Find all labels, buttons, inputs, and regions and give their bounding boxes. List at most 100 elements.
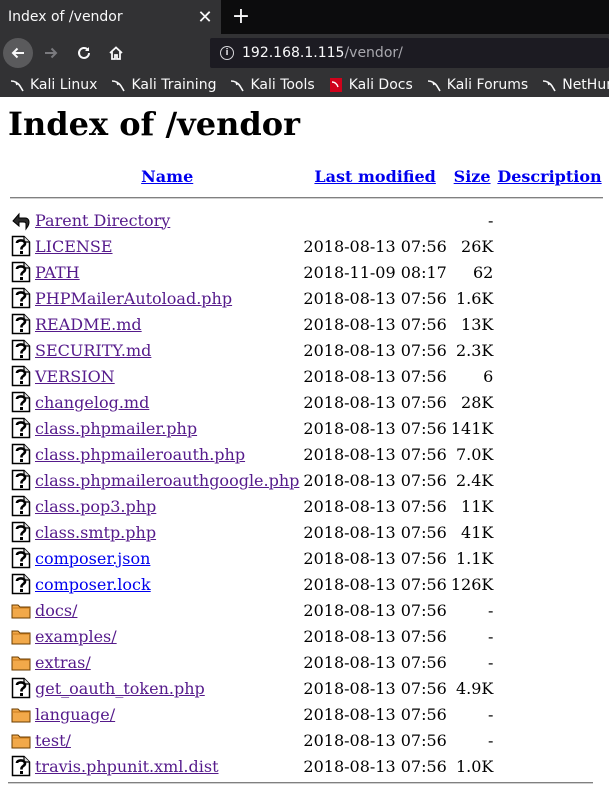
folder-icon: [11, 708, 31, 723]
bookmark-kali-forums[interactable]: Kali Forums: [427, 77, 528, 93]
date-cell: 2018-08-13 07:56: [303, 756, 447, 776]
sort-by-date-link[interactable]: Last modified: [314, 167, 435, 186]
file-link[interactable]: SECURITY.md: [35, 341, 151, 360]
description-cell: [496, 468, 602, 492]
file-link[interactable]: examples/: [35, 627, 117, 646]
unknown-file-icon: [11, 677, 31, 699]
new-tab-icon[interactable]: +: [228, 3, 254, 29]
table-row: language/2018-08-13 07:56 -: [10, 702, 603, 726]
description-cell: [496, 650, 602, 674]
description-cell: [496, 312, 602, 336]
forward-button[interactable]: [36, 38, 66, 68]
tab-bar: Index of /vendor ✕ +: [0, 0, 609, 34]
size-cell: -: [487, 600, 494, 620]
size-cell: 26K: [461, 236, 494, 256]
bookmark-label: Kali Forums: [446, 76, 529, 93]
navigation-toolbar: i 192.168.1.115/vendor/: [0, 34, 609, 72]
description-cell: [496, 572, 602, 596]
unknown-file-icon: [11, 443, 31, 465]
unknown-file-icon: [11, 521, 31, 543]
parent-directory-link[interactable]: Parent Directory: [35, 211, 170, 230]
date-cell: 2018-08-13 07:56: [303, 236, 447, 256]
file-link[interactable]: class.smtp.php: [35, 523, 156, 542]
table-row: examples/2018-08-13 07:56 -: [10, 624, 603, 648]
bookmark-nethunter[interactable]: NetHunter: [542, 77, 609, 93]
file-link[interactable]: docs/: [35, 601, 77, 620]
table-row: README.md 2018-08-13 07:56 13K: [10, 312, 603, 336]
file-link[interactable]: travis.phpunit.xml.dist: [35, 757, 219, 776]
file-link[interactable]: class.pop3.php: [35, 497, 156, 516]
size-cell: -: [487, 652, 494, 672]
sort-by-size-link[interactable]: Size: [454, 167, 491, 186]
page-content: Index of /vendor Name Last modified Size…: [0, 105, 609, 784]
sort-by-name-link[interactable]: Name: [141, 167, 193, 186]
arrow-left-icon: [11, 47, 24, 59]
size-cell: 4.9K: [455, 678, 494, 698]
file-link[interactable]: changelog.md: [35, 393, 149, 412]
file-link[interactable]: get_oauth_token.php: [35, 679, 205, 698]
bookmark-kali-docs[interactable]: Kali Docs: [329, 77, 413, 93]
file-link[interactable]: VERSION: [35, 367, 115, 386]
description-cell: [496, 338, 602, 362]
file-link[interactable]: composer.json: [35, 549, 150, 568]
reload-button[interactable]: [69, 38, 99, 68]
size-cell: -: [487, 626, 494, 646]
info-icon[interactable]: i: [220, 46, 234, 60]
file-link[interactable]: class.phpmailer.php: [35, 419, 197, 438]
bookmark-kali-linux[interactable]: Kali Linux: [10, 77, 97, 93]
folder-icon: [11, 630, 31, 645]
size-cell: 41K: [461, 522, 494, 542]
bookmark-label: Kali Docs: [348, 76, 413, 93]
bookmark-kali-training[interactable]: Kali Training: [111, 77, 216, 93]
size-cell: 6: [483, 366, 494, 386]
close-tab-icon[interactable]: ✕: [193, 5, 217, 29]
folder-icon: [11, 604, 31, 619]
table-row: class.pop3.php 2018-08-13 07:56 11K: [10, 494, 603, 518]
date-cell: 2018-08-13 07:56: [303, 366, 447, 386]
icon-header: [10, 164, 32, 188]
back-button[interactable]: [3, 38, 33, 68]
date-cell: 2018-08-13 07:56: [303, 730, 447, 750]
file-link[interactable]: PATH: [35, 263, 80, 282]
separator-row: [10, 190, 603, 206]
size-cell: 11K: [461, 496, 494, 516]
bookmark-kali-tools[interactable]: Kali Tools: [230, 77, 315, 93]
date-cell: 2018-11-09 08:17: [303, 262, 447, 282]
date-cell: 2018-08-13 07:56: [303, 678, 447, 698]
file-link[interactable]: README.md: [35, 315, 142, 334]
sort-by-description-link[interactable]: Description: [497, 167, 601, 186]
folder-icon: [11, 656, 31, 671]
file-link[interactable]: extras/: [35, 653, 91, 672]
unknown-file-icon: [11, 417, 31, 439]
file-link[interactable]: LICENSE: [35, 237, 113, 256]
kali-dragon-icon: [10, 79, 24, 91]
home-button[interactable]: [101, 38, 131, 68]
table-row: LICENSE 2018-08-13 07:56 26K: [10, 234, 603, 258]
bookmark-label: Kali Training: [131, 76, 217, 93]
active-tab[interactable]: Index of /vendor ✕: [0, 0, 221, 34]
description-cell: [496, 754, 602, 778]
kali-dragon-icon: [231, 79, 245, 91]
table-row: PHPMailerAutoload.php 2018-08-13 07:56 1.6…: [10, 286, 603, 310]
address-bar[interactable]: i 192.168.1.115/vendor/: [210, 38, 609, 68]
date-cell: 2018-08-13 07:56: [303, 392, 447, 412]
file-link[interactable]: language/: [35, 705, 115, 724]
date-cell: 2018-08-13 07:56: [303, 574, 447, 594]
unknown-file-icon: [11, 287, 31, 309]
description-cell: [496, 624, 602, 648]
table-row: class.phpmaileroauth.php 2018-08-13 07:56…: [10, 442, 603, 466]
unknown-file-icon: [11, 261, 31, 283]
description-header: Description: [496, 164, 602, 188]
file-link[interactable]: class.phpmaileroauthgoogle.php: [35, 471, 299, 490]
unknown-file-icon: [11, 391, 31, 413]
table-row: class.phpmailer.php 2018-08-13 07:56 141K: [10, 416, 603, 440]
file-link[interactable]: PHPMailerAutoload.php: [35, 289, 232, 308]
size-cell: 62: [473, 262, 494, 282]
last-modified-header: Last modified: [302, 164, 447, 188]
file-link[interactable]: composer.lock: [35, 575, 151, 594]
bookmark-label: Kali Linux: [30, 76, 98, 93]
size-cell: 2.4K: [455, 470, 494, 490]
file-link[interactable]: class.phpmaileroauth.php: [35, 445, 245, 464]
description-cell: [496, 676, 602, 700]
file-link[interactable]: test/: [35, 731, 71, 750]
